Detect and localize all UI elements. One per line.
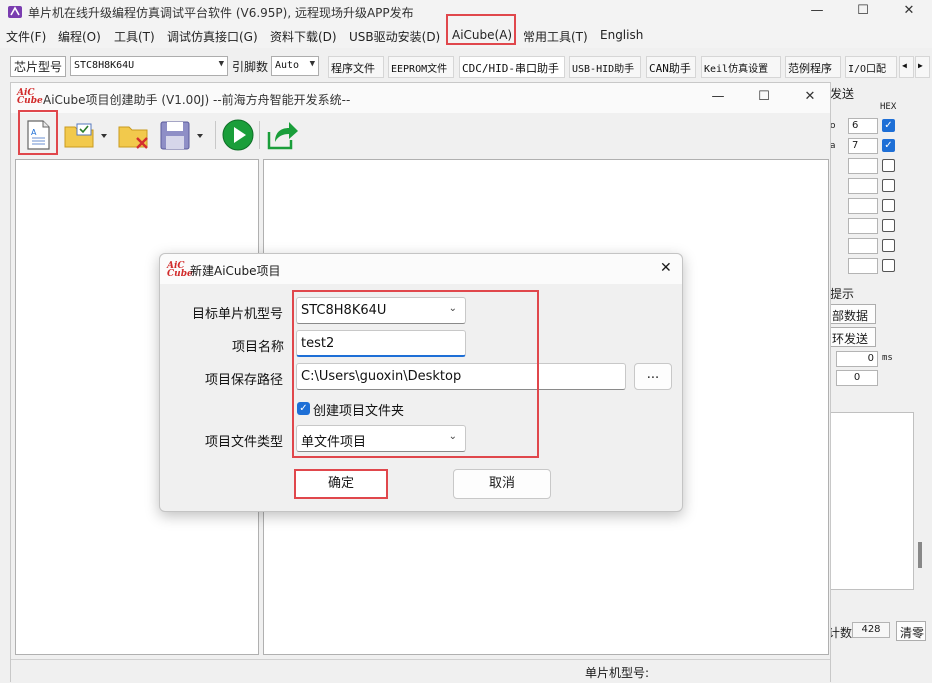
hex-checkbox-8[interactable]	[882, 259, 895, 272]
play-icon	[222, 119, 254, 151]
pins-label: 引脚数	[232, 60, 269, 74]
chip-select[interactable]: STC8H8K64U ▼	[70, 56, 228, 76]
status-chip-label: 单片机型号:	[585, 666, 650, 680]
save-path-label: 项目保存路径	[205, 373, 284, 388]
tab-scroll-right[interactable]: ▶	[915, 56, 930, 78]
save-disk-icon	[160, 121, 203, 150]
send-header: 发送	[830, 87, 855, 101]
send-row-3-input[interactable]	[848, 158, 878, 174]
send-row-8-input[interactable]	[848, 258, 878, 274]
mcu-label: 目标单片机型号	[192, 307, 284, 322]
hex-checkbox-3[interactable]	[882, 159, 895, 172]
dialog-close-button[interactable]: ✕	[660, 260, 672, 276]
scrollbar-thumb[interactable]	[918, 542, 922, 568]
pins-select-value: Auto	[275, 60, 300, 71]
menu-debug-interface[interactable]: 调试仿真接口(G)	[167, 28, 258, 45]
send-row-2-input[interactable]: 7	[848, 138, 878, 154]
open-project-button[interactable]	[63, 118, 111, 152]
dialog-title: 新建AiCube项目	[190, 264, 281, 278]
hex-checkbox-2[interactable]: ✓	[882, 139, 895, 152]
project-name-label: 项目名称	[232, 340, 285, 355]
helper-status-bar: 单片机型号:	[11, 659, 830, 683]
toolbar-divider	[215, 121, 216, 149]
tab-can[interactable]: CAN助手	[646, 56, 696, 78]
hex-checkbox-4[interactable]	[882, 179, 895, 192]
maximize-button[interactable]: ☐	[840, 0, 886, 24]
send-row-4-input[interactable]	[848, 178, 878, 194]
tab-eeprom-file[interactable]: EEPROM文件	[388, 56, 454, 78]
repeat-count-input[interactable]: 0	[836, 370, 878, 386]
tab-examples[interactable]: 范例程序	[785, 56, 841, 78]
send-row-7-input[interactable]	[848, 238, 878, 254]
send-row-6-input[interactable]	[848, 218, 878, 234]
browse-button[interactable]: ...	[634, 363, 672, 390]
chevron-down-icon: ▼	[309, 59, 315, 69]
minimize-button[interactable]: —	[794, 0, 840, 24]
run-button[interactable]	[221, 118, 255, 152]
helper-minimize-button[interactable]: —	[695, 86, 741, 110]
clear-button[interactable]: 清零	[896, 621, 926, 641]
dialog-title-bar: AiC Cube 新建AiCube项目 ✕	[160, 254, 682, 284]
count-label: 计数	[828, 626, 853, 640]
toolbar-divider	[259, 121, 260, 149]
aicube-logo: AiC Cube	[17, 88, 43, 106]
fields-highlight	[292, 290, 539, 458]
chip-select-value: STC8H8K64U	[74, 60, 135, 71]
interval-unit: ms	[882, 353, 893, 363]
menu-file[interactable]: 文件(F)	[6, 28, 46, 45]
menu-common-tools[interactable]: 常用工具(T)	[523, 28, 588, 45]
app-icon	[8, 6, 22, 18]
pins-select[interactable]: Auto ▼	[271, 56, 319, 76]
all-data-button[interactable]: 部数据	[828, 304, 876, 324]
receive-buffer[interactable]	[830, 412, 914, 590]
menu-tools[interactable]: 工具(T)	[114, 28, 155, 45]
helper-title-bar: AiC Cube AiCube项目创建助手 (V1.00J) --前海方舟智能开发…	[11, 83, 830, 113]
hex-checkbox-6[interactable]	[882, 219, 895, 232]
tab-program-file[interactable]: 程序文件	[328, 56, 384, 78]
helper-close-button[interactable]: ✕	[787, 86, 833, 110]
menu-usb-driver[interactable]: USB驱动安装(D)	[349, 28, 440, 45]
tab-serial-assistant[interactable]: CDC/HID-串口助手	[459, 56, 565, 78]
interval-input[interactable]: 0	[836, 351, 878, 367]
save-project-button[interactable]	[159, 118, 211, 152]
hex-checkbox-5[interactable]	[882, 199, 895, 212]
hex-checkbox-1[interactable]: ✓	[882, 119, 895, 132]
hex-header: HEX	[880, 102, 897, 112]
menu-english[interactable]: English	[600, 28, 643, 42]
ok-highlight	[294, 469, 388, 499]
close-button[interactable]: ✕	[886, 0, 932, 24]
hint-label: 提示	[830, 287, 855, 301]
helper-maximize-button[interactable]: ☐	[741, 86, 787, 110]
receive-count: 428	[852, 622, 890, 638]
new-project-highlight	[18, 110, 58, 155]
tab-io-config[interactable]: I/O口配	[845, 56, 897, 78]
tab-keil-settings[interactable]: Keil仿真设置	[701, 56, 781, 78]
send-row-1-input[interactable]: 6	[848, 118, 878, 134]
tab-scroll-left[interactable]: ◀	[899, 56, 914, 78]
close-project-button[interactable]	[117, 118, 151, 152]
aicube-highlight	[446, 14, 516, 45]
helper-title: AiCube项目创建助手 (V1.00J) --前海方舟智能开发系统--	[43, 93, 351, 107]
send-row-5-input[interactable]	[848, 198, 878, 214]
helper-toolbar: A	[11, 113, 830, 157]
project-type-label: 项目文件类型	[205, 435, 284, 450]
open-folder-icon	[64, 123, 107, 148]
menu-downloads[interactable]: 资料下载(D)	[270, 28, 337, 45]
menu-program[interactable]: 编程(O)	[58, 28, 101, 45]
cancel-button[interactable]: 取消	[453, 469, 551, 499]
export-button[interactable]	[265, 118, 299, 152]
loop-send-button[interactable]: 环发送	[828, 327, 876, 347]
serial-send-panel: 发送 HEX o 6 ✓ a 7 ✓ 提示 部数据 环发送 0 ms 0 计数 …	[826, 82, 932, 682]
chip-label: 芯片型号	[10, 56, 67, 77]
tab-usb-hid[interactable]: USB-HID助手	[569, 56, 641, 78]
aicube-logo: AiC Cube	[167, 261, 193, 279]
hex-checkbox-7[interactable]	[882, 239, 895, 252]
main-window-title: 单片机在线升级编程仿真调试平台软件 (V6.95P), 远程现场升级APP发布	[28, 6, 414, 20]
close-folder-icon	[118, 126, 148, 149]
new-project-dialog: AiC Cube 新建AiCube项目 ✕ 目标单片机型号 STC8H8K64U …	[159, 253, 683, 512]
chevron-down-icon: ▼	[218, 59, 224, 69]
share-arrow-icon	[267, 122, 298, 150]
